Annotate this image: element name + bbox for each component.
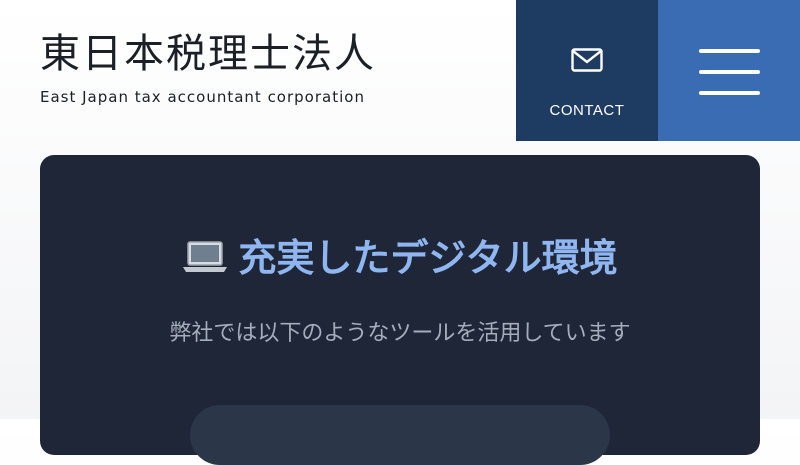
logo-subtitle: East Japan tax accountant corporation: [40, 88, 365, 106]
contact-button[interactable]: CONTACT: [516, 0, 658, 141]
section-title-row: 充実したデジタル環境: [40, 227, 760, 283]
menu-button[interactable]: [658, 0, 800, 141]
section-title: 充実したデジタル環境: [238, 236, 618, 280]
logo-title: 東日本税理士法人: [40, 31, 376, 77]
tool-item: [190, 405, 610, 465]
site-logo[interactable]: 東日本税理士法人 East Japan tax accountant corpo…: [40, 30, 376, 106]
contact-label: CONTACT: [549, 102, 625, 119]
mail-icon: [571, 48, 603, 76]
section-subtitle: 弊社では以下のようなツールを活用しています: [169, 321, 631, 346]
laptop-icon: [182, 239, 228, 283]
digital-environment-card: 充実したデジタル環境 弊社では以下のようなツールを活用しています: [40, 155, 760, 465]
